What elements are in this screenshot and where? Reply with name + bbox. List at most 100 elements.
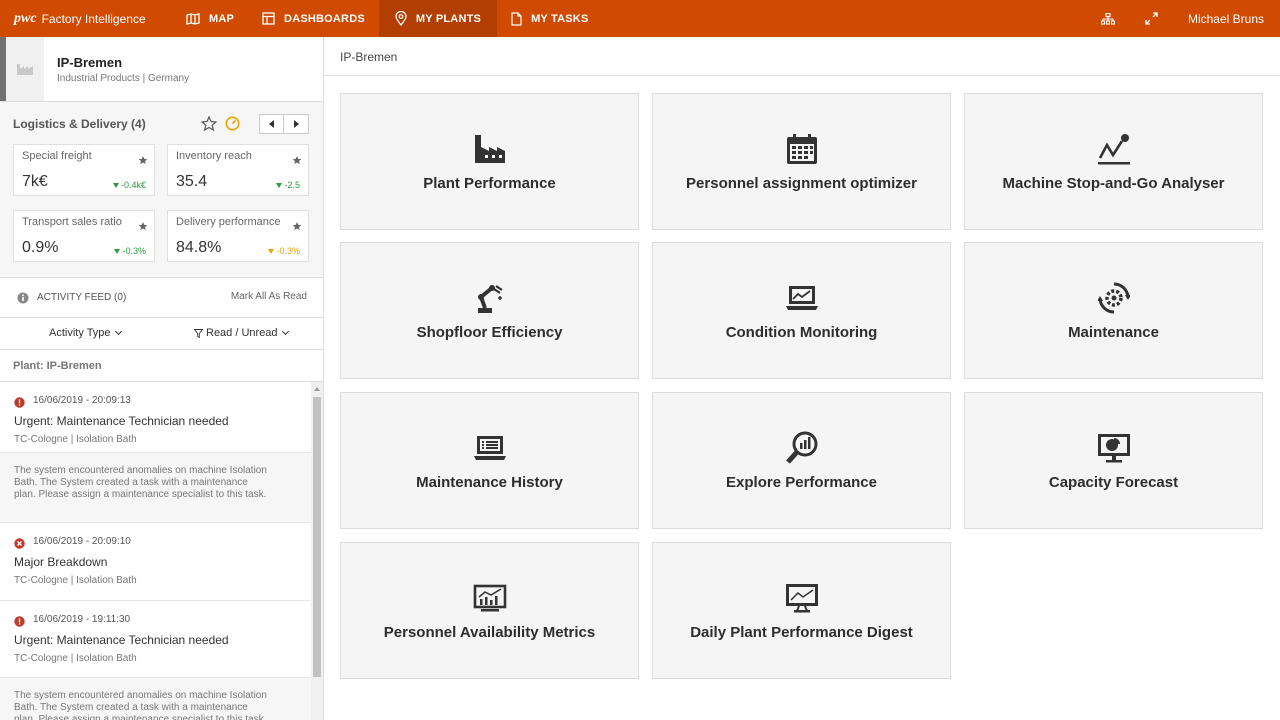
nav-item-my-plants[interactable]: MY PLANTS xyxy=(378,0,498,37)
next-arrow-button[interactable] xyxy=(284,115,308,133)
kpi-section: Logistics & Delivery (4) Special freight… xyxy=(0,102,323,278)
feed-filters: Activity Type Read / Unread xyxy=(0,318,323,350)
bar-chart-board-icon xyxy=(473,580,507,616)
activity-feed-title: ACTIVITY FEED (0) xyxy=(37,292,127,303)
fullscreen-icon[interactable] xyxy=(1145,12,1158,25)
tile-label: Explore Performance xyxy=(726,474,877,491)
pwc-logo: pwc xyxy=(14,10,37,26)
nav-item-my-tasks[interactable]: MY TASKS xyxy=(497,0,602,37)
kpi-card-value: 84.8% xyxy=(176,239,222,256)
star-filled-icon[interactable] xyxy=(292,152,302,170)
tile-label: Shopfloor Efficiency xyxy=(416,324,563,341)
tile-label: Machine Stop-and-Go Analyser xyxy=(1002,175,1225,192)
tile-shopfloor-efficiency[interactable]: Shopfloor Efficiency xyxy=(340,242,639,379)
star-filled-icon[interactable] xyxy=(138,218,148,236)
calendar-icon xyxy=(786,131,818,167)
tile-capacity-forecast[interactable]: Capacity Forecast xyxy=(964,392,1263,529)
tile-maintenance[interactable]: Maintenance xyxy=(964,242,1263,379)
clock-icon[interactable] xyxy=(225,116,240,136)
alert-icon xyxy=(14,395,25,413)
document-icon xyxy=(511,11,522,26)
kpi-card-delta: -2.5 xyxy=(276,180,300,190)
sidebar: IP-Bremen Industrial Products | Germany … xyxy=(0,37,324,720)
line-chart-icon xyxy=(1097,131,1131,167)
location-pin-icon xyxy=(395,11,407,26)
tile-label: Maintenance xyxy=(1068,324,1159,341)
kpi-card-delta-value: -0.3% xyxy=(276,246,300,256)
mark-all-read-link[interactable]: Mark All As Read xyxy=(231,291,307,302)
kpi-card-inventory-reach[interactable]: Inventory reach 35.4 -2.5 xyxy=(167,144,309,196)
chevron-down-icon xyxy=(281,327,289,336)
tile-label: Maintenance History xyxy=(416,474,563,491)
user-name[interactable]: Michael Bruns xyxy=(1188,12,1264,26)
info-icon xyxy=(17,291,29,309)
feed-item-description: The system encountered anomalies on mach… xyxy=(0,453,311,523)
read-unread-label: Read / Unread xyxy=(206,327,278,339)
tile-explore-performance[interactable]: Explore Performance xyxy=(652,392,951,529)
kpi-card-value: 7k€ xyxy=(22,173,48,190)
tile-personnel-availability-metrics[interactable]: Personnel Availability Metrics xyxy=(340,542,639,679)
feed-item-time: 16/06/2019 - 19:11:30 xyxy=(33,614,131,625)
kpi-card-delta-value: -2.5 xyxy=(284,180,300,190)
star-filled-icon[interactable] xyxy=(138,152,148,170)
feed-item-time: 16/06/2019 - 20:09:13 xyxy=(33,395,131,406)
nav-label-map: MAP xyxy=(209,12,235,25)
tile-personnel-assignment-optimizer[interactable]: Personnel assignment optimizer xyxy=(652,93,951,230)
nav-label-my-plants: MY PLANTS xyxy=(415,12,482,25)
nav-label-dashboards: DASHBOARDS xyxy=(284,12,365,25)
map-icon xyxy=(186,12,200,25)
feed-item-title: Major Breakdown xyxy=(14,555,108,569)
feed-item[interactable]: 16/06/2019 - 19:11:30 Urgent: Maintenanc… xyxy=(0,601,311,678)
kpi-card-delta: -0.3% xyxy=(114,246,146,256)
feed-item[interactable]: 16/06/2019 - 20:09:10 Major Breakdown TC… xyxy=(0,523,311,601)
read-unread-filter[interactable]: Read / Unread xyxy=(194,327,289,339)
filter-icon xyxy=(194,328,203,338)
feed-scrollbar[interactable] xyxy=(311,382,323,720)
kpi-card-special-freight[interactable]: Special freight 7k€ -0.4k€ xyxy=(13,144,155,196)
star-filled-icon[interactable] xyxy=(292,218,302,236)
feed-item-location: TC-Cologne | Isolation Bath xyxy=(14,434,137,445)
activity-type-filter[interactable]: Activity Type xyxy=(49,327,122,339)
kpi-card-label: Transport sales ratio xyxy=(22,216,122,228)
tile-label: Personnel assignment optimizer xyxy=(686,175,917,192)
feed-item-title: Urgent: Maintenance Technician needed xyxy=(14,633,229,647)
plant-header[interactable]: IP-Bremen Industrial Products | Germany xyxy=(0,37,323,102)
feed-item-location: TC-Cologne | Isolation Bath xyxy=(14,575,137,586)
kpi-heading: Logistics & Delivery (4) xyxy=(13,117,146,131)
scroll-up-arrow-icon[interactable] xyxy=(314,387,320,391)
down-triangle-icon xyxy=(276,182,283,188)
tile-label: Capacity Forecast xyxy=(1048,474,1179,491)
breadcrumb[interactable]: IP-Bremen xyxy=(324,37,1280,76)
kpi-card-delta-value: -0.3% xyxy=(122,246,146,256)
monitor-line-icon xyxy=(785,580,819,616)
nav-item-map[interactable]: MAP xyxy=(172,0,248,37)
nav-item-dashboards[interactable]: DASHBOARDS xyxy=(248,0,379,37)
network-icon[interactable] xyxy=(1100,12,1115,25)
tile-condition-monitoring[interactable]: Condition Monitoring xyxy=(652,242,951,379)
feed-plant-label: Plant: IP-Bremen xyxy=(0,350,323,382)
kpi-card-transport-sales-ratio[interactable]: Transport sales ratio 0.9% -0.3% xyxy=(13,210,155,262)
laptop-chart-icon xyxy=(785,280,819,316)
plant-name: IP-Bremen xyxy=(57,55,123,70)
feed-item-time: 16/06/2019 - 20:09:10 xyxy=(33,536,131,547)
tile-machine-stop-and-go-analyser[interactable]: Machine Stop-and-Go Analyser xyxy=(964,93,1263,230)
brand[interactable]: pwc Factory Intelligence xyxy=(0,11,172,27)
feed-item-location: TC-Cologne | Isolation Bath xyxy=(14,653,137,664)
tile-label: Daily Plant Performance Digest xyxy=(690,624,913,641)
down-triangle-icon xyxy=(112,182,119,188)
kpi-card-delivery-performance[interactable]: Delivery performance 84.8% -0.3% xyxy=(167,210,309,262)
factory-thumb-icon xyxy=(17,64,33,75)
favorite-star-icon[interactable] xyxy=(200,115,218,136)
tile-daily-plant-performance-digest[interactable]: Daily Plant Performance Digest xyxy=(652,542,951,679)
tile-label: Plant Performance xyxy=(423,175,556,192)
tile-label: Personnel Availability Metrics xyxy=(383,624,596,641)
activity-feed-list: 16/06/2019 - 20:09:13 Urgent: Maintenanc… xyxy=(0,382,311,720)
prev-arrow-button[interactable] xyxy=(260,115,285,133)
tile-plant-performance[interactable]: Plant Performance xyxy=(340,93,639,230)
gear-refresh-icon xyxy=(1097,280,1130,316)
feed-item[interactable]: 16/06/2019 - 20:09:13 Urgent: Maintenanc… xyxy=(0,382,311,453)
scrollbar-thumb[interactable] xyxy=(313,397,321,677)
magnifier-chart-icon xyxy=(785,430,819,466)
tile-maintenance-history[interactable]: Maintenance History xyxy=(340,392,639,529)
kpi-card-delta: -0.4k€ xyxy=(112,180,146,190)
